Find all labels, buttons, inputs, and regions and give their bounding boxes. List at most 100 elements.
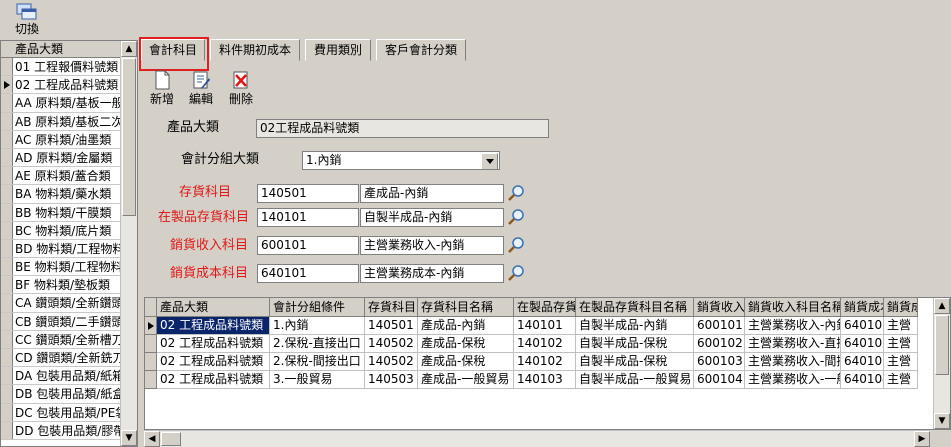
list-item[interactable]: AA 原料類/基板一般 — [1, 94, 121, 113]
tab-customer-accounting[interactable]: 客戶會計分類 — [376, 39, 466, 61]
grid-row-indicator[interactable] — [145, 335, 157, 353]
list-item[interactable]: DB 包裝用品類/紙盒 — [1, 385, 121, 404]
wip-code-input[interactable]: 140101 — [257, 208, 359, 227]
grid-cell[interactable]: 02 工程成品料號類 — [157, 317, 270, 335]
grid-scroll-thumb[interactable] — [935, 315, 949, 375]
grid-cell[interactable]: 600103 — [694, 353, 745, 371]
wip-search-button[interactable] — [507, 207, 527, 227]
grid-cell[interactable]: 140502 — [365, 335, 418, 353]
list-item[interactable]: BC 物料類/底片類 — [1, 221, 121, 240]
list-item[interactable]: BA 物料類/藥水類 — [1, 185, 121, 204]
grid-row-indicator[interactable] — [145, 317, 157, 335]
list-item[interactable]: CA 鑽頭類/全新鑽頭 — [1, 294, 121, 313]
grid-row-indicator[interactable] — [145, 371, 157, 389]
grid-column-header[interactable]: 在製品存貨 — [514, 298, 576, 317]
tab-expense-category[interactable]: 費用類別 — [305, 39, 371, 61]
grid-cell[interactable]: 2.保稅-間接出口 — [270, 353, 365, 371]
list-item[interactable]: BD 物料類/工程物料 — [1, 239, 121, 259]
dropdown-arrow-icon[interactable] — [481, 153, 498, 169]
list-item[interactable]: BF 物料類/墊板類 — [1, 276, 121, 295]
grid-cell[interactable]: 主營業務收入-直接 — [745, 335, 841, 353]
grid-cell[interactable]: 主營 — [884, 317, 918, 335]
grid-cell[interactable]: 產成品-內銷 — [418, 317, 514, 335]
edit-button[interactable]: 編輯 — [184, 70, 218, 106]
delete-button[interactable]: 刪除 — [224, 70, 258, 106]
list-item[interactable]: CB 鑽頭類/二手鑽頭 — [1, 312, 121, 331]
list-item[interactable]: 01 工程報價料號類 — [1, 58, 121, 77]
list-item[interactable]: DA 包裝用品類/紙箱 — [1, 367, 121, 386]
list-item[interactable]: BE 物料類/工程物料 — [1, 258, 121, 277]
list-item[interactable]: CC 鑽頭類/全新槽刀 — [1, 330, 121, 349]
grid-cell[interactable]: 140502 — [365, 353, 418, 371]
grid-hscroll-thumb[interactable] — [161, 432, 181, 446]
grid-cell[interactable]: 自製半成品-內銷 — [576, 317, 694, 335]
list-item[interactable]: DC 包裝用品類/PE袋 — [1, 403, 121, 422]
grid-cell[interactable]: 自製半成品-保稅 — [576, 335, 694, 353]
scroll-up-button[interactable]: ▲ — [121, 41, 137, 57]
sales-name-input[interactable]: 主營業務收入-內銷 — [360, 236, 504, 255]
left-list-scrollbar[interactable]: ▲ ▼ — [120, 41, 137, 446]
wip-name-input[interactable]: 自製半成品-內銷 — [360, 208, 504, 227]
inventory-search-button[interactable] — [507, 183, 527, 203]
cost-search-button[interactable] — [507, 263, 527, 283]
grid-cell[interactable]: 140503 — [365, 371, 418, 389]
grid-column-header[interactable]: 會計分組條件 — [270, 298, 365, 317]
grid-horizontal-scrollbar[interactable]: ◀ ▶ — [144, 430, 930, 447]
grid-scroll-down-button[interactable]: ▼ — [934, 413, 950, 429]
scroll-down-button[interactable]: ▼ — [121, 430, 137, 446]
list-item[interactable]: AD 原料類/金屬類 — [1, 148, 121, 168]
grid-cell[interactable]: 140101 — [514, 317, 576, 335]
grid-cell[interactable]: 02 工程成品料號類 — [157, 335, 270, 353]
grid-column-header[interactable]: 在製品存貨科目名稱 — [576, 298, 694, 317]
grid-cell[interactable]: 產成品-保稅 — [418, 335, 514, 353]
list-item[interactable]: 02 工程成品料號類 — [1, 76, 121, 95]
grid-cell[interactable]: 640101 — [841, 317, 884, 335]
sales-code-input[interactable]: 600101 — [257, 236, 359, 255]
grid-cell[interactable]: 自製半成品-一般貿易 — [576, 371, 694, 389]
tab-item-opening-cost[interactable]: 料件期初成本 — [210, 39, 300, 61]
add-button[interactable]: 新增 — [145, 70, 179, 106]
grid-scroll-up-button[interactable]: ▲ — [934, 298, 950, 314]
grid-column-header[interactable]: 存貨科目 — [365, 298, 418, 317]
acct-group-select[interactable]: 1.內銷 — [302, 151, 500, 170]
grid-cell[interactable]: 140103 — [514, 371, 576, 389]
grid-cell[interactable]: 產成品-一般貿易 — [418, 371, 514, 389]
grid-cell[interactable]: 主營 — [884, 353, 918, 371]
list-item[interactable]: BB 物料類/干膜類 — [1, 203, 121, 222]
grid-cell[interactable]: 自製半成品-保稅 — [576, 353, 694, 371]
grid-cell[interactable]: 主營 — [884, 335, 918, 353]
list-item[interactable]: AE 原料類/蓋合類 — [1, 167, 121, 186]
grid-column-header[interactable]: 銷貨成本 — [841, 298, 884, 317]
scroll-thumb[interactable] — [122, 58, 136, 216]
grid-cell[interactable]: 640103 — [841, 353, 884, 371]
sales-search-button[interactable] — [507, 235, 527, 255]
grid-cell[interactable]: 640102 — [841, 335, 884, 353]
grid-cell[interactable]: 600104 — [694, 371, 745, 389]
grid-cell[interactable]: 主營業務收入-間接 — [745, 353, 841, 371]
grid-cell[interactable]: 3.一般貿易 — [270, 371, 365, 389]
grid-cell[interactable]: 640104 — [841, 371, 884, 389]
grid-column-header[interactable]: 銷貨收入 — [694, 298, 745, 317]
grid-cell[interactable]: 主營業務收入-內銷 — [745, 317, 841, 335]
product-category-list[interactable]: 產品大類 01 工程報價料號類 02 工程成品料號類 AA 原料類/基板一般 AB 原… — [0, 40, 138, 447]
switch-button[interactable]: 切換 — [10, 2, 44, 38]
grid-column-header[interactable]: 銷貨收入科目名稱 — [745, 298, 841, 317]
grid-cell[interactable]: 主營 — [884, 371, 918, 389]
list-item[interactable]: CD 鑽頭類/全新銑刀 — [1, 349, 121, 368]
cost-code-input[interactable]: 640101 — [257, 264, 359, 283]
cost-name-input[interactable]: 主營業務成本-內銷 — [360, 264, 504, 283]
grid-cell[interactable]: 1.內銷 — [270, 317, 365, 335]
inventory-code-input[interactable]: 140501 — [257, 184, 359, 203]
grid-row-indicator[interactable] — [145, 353, 157, 371]
grid-cell[interactable]: 主營業務收入-一般 — [745, 371, 841, 389]
scroll-left-button[interactable]: ◀ — [144, 431, 160, 447]
grid-column-header[interactable]: 存貨科目名稱 — [418, 298, 514, 317]
grid-vertical-scrollbar[interactable]: ▲ ▼ — [933, 298, 950, 429]
scroll-right-button[interactable]: ▶ — [914, 431, 930, 447]
grid-cell[interactable]: 600101 — [694, 317, 745, 335]
grid-cell[interactable]: 2.保稅-直接出口 — [270, 335, 365, 353]
grid-cell[interactable]: 600102 — [694, 335, 745, 353]
grid-cell[interactable]: 140102 — [514, 353, 576, 371]
grid-column-header[interactable]: 銷貨成 — [884, 298, 918, 317]
grid-cell[interactable]: 02 工程成品料號類 — [157, 371, 270, 389]
